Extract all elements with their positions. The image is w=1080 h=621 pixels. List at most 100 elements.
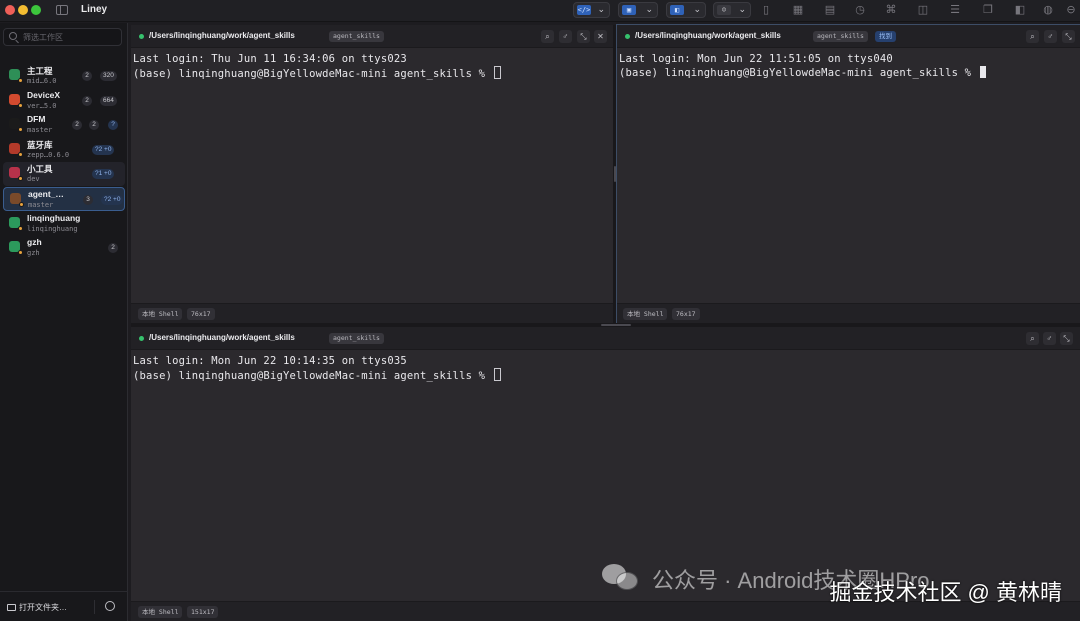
chevron-down-icon: ⌄ — [693, 4, 701, 14]
expand-icon[interactable]: ⤡ — [577, 30, 590, 43]
terminal-pane-top-left[interactable]: /Users/linqinghuang/work/agent_skills ag… — [131, 25, 613, 323]
workspace-filter-input[interactable] — [23, 31, 119, 43]
more-icon[interactable]: ⊖ — [1064, 3, 1078, 17]
code-view-selector[interactable]: </> ⌄ — [573, 2, 610, 18]
workspace-name: DeviceX — [27, 89, 61, 100]
collapse-icon[interactable]: ⤡ — [1062, 30, 1075, 43]
juejin-watermark: 掘金技术社区 @ 黄林晴 — [829, 580, 1062, 605]
status-dot — [139, 34, 144, 39]
pane-path: /Users/linqinghuang/work/agent_skills — [149, 333, 295, 342]
window-icon: ▣ — [622, 5, 636, 15]
sidebar-item-workspace[interactable]: agent_… master 3 ?2 +0 — [3, 187, 125, 211]
pane-header: /Users/linqinghuang/work/agent_skills ag… — [617, 25, 1080, 48]
open-folder-button[interactable]: 打开文件夹… — [7, 602, 67, 613]
sidebar-item-workspace[interactable]: 蓝牙库 zepp…0.6.0 ?2 +0 — [3, 138, 125, 162]
sidebar-footer: 打开文件夹… — [0, 591, 128, 621]
zoom-window-button[interactable] — [31, 5, 41, 15]
copy-icon[interactable]: ❐ — [981, 3, 995, 17]
size-chip: 151x17 — [187, 606, 219, 618]
workspace-badge: 320 — [100, 71, 117, 81]
workspace-avatar-icon — [9, 216, 23, 231]
globe-icon[interactable] — [105, 601, 115, 611]
terminal-line: Last login: Mon Jun 22 10:14:35 on ttys0… — [133, 355, 407, 367]
pane-tag: agent_skills — [813, 31, 868, 42]
status-dot — [18, 102, 23, 108]
command-icon[interactable]: ⌘ — [884, 3, 898, 17]
globe-icon[interactable]: ◍ — [1041, 3, 1055, 17]
split-icon[interactable]: ♂ — [559, 30, 572, 43]
workspace-badge: 664 — [100, 95, 117, 106]
workspace-branch: mid…6.0 — [27, 77, 57, 85]
avatar-icon: ☺ — [717, 5, 731, 15]
file-icon[interactable]: ▤ — [823, 3, 837, 17]
terminal-prompt: (base) linqinghuang@BigYellowdeMac-mini … — [619, 67, 978, 80]
close-icon[interactable]: ✕ — [594, 30, 607, 43]
workspace-name: DFM — [27, 114, 46, 125]
workspace-avatar-icon — [9, 167, 23, 182]
app-selector[interactable]: ◧ ⌄ — [666, 2, 706, 18]
cursor — [979, 66, 986, 79]
sidebar-item-workspace[interactable]: gzh gzh 2 — [3, 236, 125, 260]
open-folder-label: 打开文件夹… — [19, 603, 67, 612]
workspace-avatar-icon — [9, 69, 23, 83]
sidebar-item-workspace[interactable]: 小工具 dev ?1 +0 — [3, 162, 125, 187]
workspace-avatar-icon — [9, 241, 23, 256]
pane-tag: agent_skills — [329, 31, 384, 42]
terminal-output[interactable]: Last login: Mon Jun 22 11:51:05 on ttys0… — [619, 52, 986, 81]
rows-icon[interactable]: ☰ — [948, 3, 962, 17]
workspace-badge: 2 — [82, 95, 92, 106]
expand-icon[interactable]: ⤡ — [1060, 332, 1073, 345]
document-icon[interactable]: ▯ — [759, 3, 773, 17]
history-icon[interactable]: ◷ — [853, 3, 867, 17]
split-icon[interactable]: ♂ — [1043, 332, 1056, 345]
workspace-name: 小工具 — [27, 164, 53, 175]
found-badge: 找到 — [875, 31, 896, 42]
status-dot — [139, 336, 144, 341]
workspace-filter[interactable] — [3, 28, 122, 46]
cursor — [493, 368, 501, 382]
sidebar-item-workspace[interactable]: linqinghuang linqinghuang — [3, 212, 125, 236]
terminal-prompt: (base) linqinghuang@BigYellowdeMac-mini … — [133, 370, 492, 383]
splitter-handle[interactable] — [614, 166, 616, 182]
pane-header: /Users/linqinghuang/work/agent_skills ag… — [131, 25, 613, 48]
workspace-branch: dev — [27, 175, 40, 184]
workspace-badge: ?2 +0 — [101, 195, 124, 205]
grid-icon[interactable]: ▦ — [791, 3, 805, 17]
workspace-badge: 3 — [83, 195, 93, 205]
terminal-output[interactable]: Last login: Mon Jun 22 10:14:35 on ttys0… — [133, 354, 501, 384]
app-icon: ◧ — [670, 5, 684, 15]
workspace-name: agent_… — [28, 189, 64, 199]
wechat-logo — [602, 562, 642, 592]
sidebar-item-workspace[interactable]: DFM master 2 2? — [3, 113, 125, 137]
terminal-line: Last login: Mon Jun 22 11:51:05 on ttys0… — [619, 53, 893, 65]
pane-tag: agent_skills — [329, 333, 384, 344]
search-icon[interactable]: ⌕ — [541, 30, 554, 43]
status-dot — [18, 151, 23, 157]
columns-icon[interactable]: ◫ — [916, 3, 930, 17]
pane-footer: 本地 Shell 76x17 — [131, 303, 613, 323]
window-selector[interactable]: ▣ ⌄ — [618, 2, 658, 18]
terminal-output[interactable]: Last login: Thu Jun 11 16:34:06 on ttys0… — [133, 52, 501, 82]
workspace-badge: 2 — [89, 120, 99, 131]
sidebar-item-workspace[interactable]: DeviceX ver…5.0 2 664 — [3, 89, 125, 113]
pane-path: /Users/linqinghuang/work/agent_skills — [149, 31, 295, 40]
divider — [94, 600, 95, 614]
search-icon[interactable]: ⌕ — [1026, 30, 1039, 43]
close-window-button[interactable] — [5, 5, 15, 15]
search-icon[interactable]: ⌕ — [1026, 332, 1039, 345]
workspace-branch: linqinghuang — [27, 224, 78, 233]
agent-selector[interactable]: ☺ ⌄ — [713, 2, 751, 18]
split-icon[interactable]: ♂ — [1044, 30, 1057, 43]
panel-icon[interactable]: ◧ — [1013, 3, 1027, 17]
workspace-sidebar: 主工程mid…6.02320DeviceXver…5.0 2 664 DFMmaste… — [0, 23, 128, 621]
pane-footer: 本地 Shell 76x17 — [617, 303, 1080, 323]
terminal-pane-top-right[interactable]: /Users/linqinghuang/work/agent_skills ag… — [616, 24, 1080, 324]
splitter-handle[interactable] — [601, 324, 631, 326]
minimize-window-button[interactable] — [18, 5, 28, 15]
sidebar-item-workspace[interactable]: 主工程 mid…6.0 2 320 — [3, 64, 125, 88]
sidebar-toggle-icon[interactable] — [56, 5, 68, 15]
terminal-prompt: (base) linqinghuang@BigYellowdeMac-mini … — [133, 68, 492, 81]
pane-path: /Users/linqinghuang/work/agent_skills — [635, 31, 781, 40]
size-chip: 76x17 — [187, 308, 215, 320]
workspace-branch: ver…5.0 — [27, 101, 57, 110]
